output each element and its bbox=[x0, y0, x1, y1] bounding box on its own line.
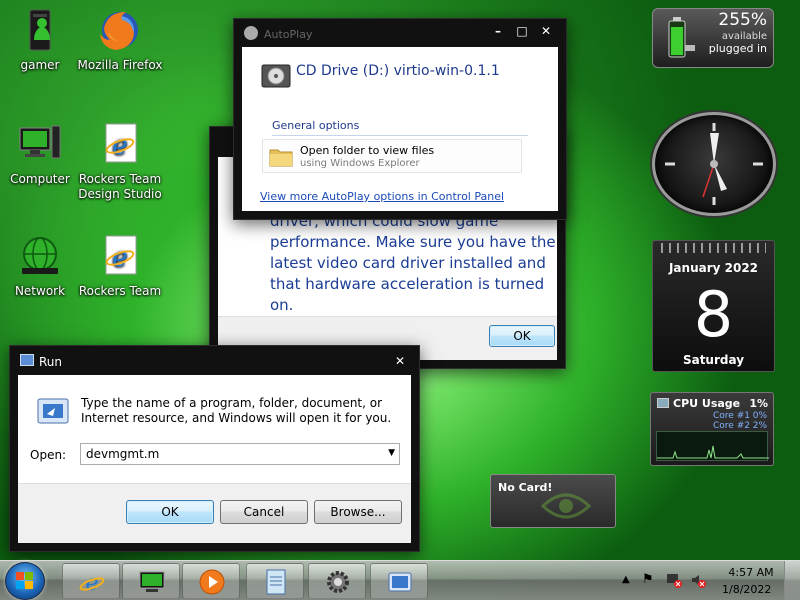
tray-date[interactable]: 1/8/2022 bbox=[722, 583, 771, 596]
maximize-button[interactable]: □ bbox=[516, 25, 528, 37]
network-status-icon[interactable] bbox=[666, 572, 682, 592]
open-label: Open: bbox=[30, 448, 67, 462]
network-globe-icon bbox=[16, 232, 64, 280]
core1-label: Core #1 bbox=[713, 411, 750, 421]
taskbar-computer[interactable] bbox=[122, 563, 180, 599]
taskbar-internet-explorer[interactable]: e bbox=[62, 563, 120, 599]
autoplay-window-icon bbox=[244, 26, 258, 40]
battery-status: plugged in bbox=[708, 42, 767, 55]
desktop-icon-label: Mozilla Firefox bbox=[77, 58, 163, 72]
run-window-icon bbox=[20, 354, 34, 366]
run-body: Type the name of a program, folder, docu… bbox=[18, 375, 411, 543]
desktop-icon-rockers-studio[interactable]: e Rockers Team Design Studio bbox=[75, 120, 165, 202]
taskbar-media-player[interactable] bbox=[182, 563, 240, 599]
svg-text:e: e bbox=[112, 243, 127, 273]
desktop-icon-firefox[interactable]: Mozilla Firefox bbox=[75, 6, 165, 73]
internet-explorer-icon: e bbox=[96, 120, 144, 168]
dialog-footer: OK Cancel Browse... bbox=[18, 483, 411, 543]
gpu-gadget[interactable]: No Card! bbox=[490, 474, 616, 528]
tray-time[interactable]: 4:57 AM bbox=[728, 566, 774, 579]
taskbar-notepad[interactable] bbox=[246, 563, 304, 599]
desktop-icon-rockers-team[interactable]: e Rockers Team bbox=[75, 232, 165, 299]
calendar-month: January 2022 bbox=[668, 261, 759, 275]
general-options-heading: General options bbox=[272, 119, 360, 132]
open-folder-option[interactable]: Open folder to view files using Windows … bbox=[262, 139, 522, 173]
window-title: Run bbox=[39, 355, 63, 369]
open-combobox[interactable]: devmgmt.m ▼ bbox=[80, 443, 400, 465]
core1-value: 0% bbox=[752, 411, 767, 421]
computer-icon bbox=[139, 571, 165, 592]
more-autoplay-options-link[interactable]: View more AutoPlay options in Control Pa… bbox=[260, 190, 504, 203]
browse-button[interactable]: Browse... bbox=[314, 500, 402, 524]
close-button[interactable]: ✕ bbox=[394, 355, 406, 367]
media-player-icon bbox=[199, 569, 225, 595]
gear-icon bbox=[327, 571, 349, 593]
close-button[interactable]: ✕ bbox=[540, 25, 552, 37]
start-button[interactable] bbox=[5, 562, 45, 600]
computer-icon bbox=[16, 120, 64, 168]
svg-text:e: e bbox=[112, 131, 127, 161]
action-center-flag-icon[interactable]: ⚑ bbox=[642, 572, 654, 587]
cpu-total: 1% bbox=[749, 397, 768, 410]
desktop-icon-label: Network bbox=[14, 284, 66, 298]
clock-face-icon bbox=[665, 123, 763, 205]
internet-explorer-icon: e bbox=[96, 232, 144, 280]
cpu-usage-gadget[interactable]: CPU Usage 1% Core #1 0% Core #2 2% bbox=[650, 392, 774, 466]
window-title: AutoPlay bbox=[264, 28, 313, 41]
nvidia-eye-icon bbox=[540, 489, 592, 523]
run-app-icon bbox=[388, 572, 412, 592]
internet-explorer-icon: e bbox=[79, 571, 105, 596]
battery-icon bbox=[661, 15, 701, 63]
desktop-icon-label: Computer bbox=[10, 172, 70, 186]
chevron-down-icon[interactable]: ▼ bbox=[388, 448, 395, 458]
firefox-icon bbox=[96, 6, 144, 54]
calendar-weekday: Saturday bbox=[682, 353, 745, 367]
section-divider bbox=[272, 135, 528, 136]
cpu-graph bbox=[656, 431, 769, 461]
core2-label: Core #2 bbox=[713, 421, 750, 431]
taskbar-run[interactable] bbox=[370, 563, 428, 599]
desktop-icon-computer[interactable]: Computer bbox=[0, 120, 85, 187]
calendar-day: 8 bbox=[693, 278, 734, 351]
show-desktop-button[interactable] bbox=[784, 561, 800, 600]
warning-message: driver, which could slow game performanc… bbox=[270, 212, 556, 314]
cancel-button[interactable]: Cancel bbox=[220, 500, 308, 524]
battery-percent: 255% bbox=[718, 10, 767, 30]
desktop-icon-label: Rockers Team bbox=[78, 284, 162, 298]
drive-title: CD Drive (D:) virtio-win-0.1.1 bbox=[296, 63, 500, 79]
windows-logo-icon bbox=[16, 572, 33, 589]
minimize-button[interactable]: – bbox=[492, 25, 504, 37]
run-dialog: Run ✕ Type the name of a program, folder… bbox=[9, 345, 420, 552]
autoplay-body: CD Drive (D:) virtio-win-0.1.1 General o… bbox=[242, 47, 558, 211]
calendar-rings bbox=[661, 243, 766, 253]
cpu-chip-icon bbox=[657, 398, 669, 408]
option-subtitle: using Windows Explorer bbox=[300, 158, 420, 169]
battery-gadget[interactable]: 255% available plugged in bbox=[652, 8, 774, 68]
notepad-icon bbox=[266, 569, 286, 595]
autoplay-window: AutoPlay – □ ✕ CD Drive (D:) virtio-win-… bbox=[233, 18, 567, 220]
cd-drive-icon bbox=[260, 59, 292, 91]
battery-available-label: available bbox=[721, 31, 767, 42]
desktop-icon-network[interactable]: Network bbox=[0, 232, 85, 299]
option-title: Open folder to view files bbox=[300, 144, 435, 157]
gamer-user-icon bbox=[16, 6, 64, 54]
svg-text:e: e bbox=[85, 571, 98, 596]
ok-button[interactable]: OK bbox=[489, 325, 555, 347]
run-description: Type the name of a program, folder, docu… bbox=[81, 396, 392, 425]
folder-icon bbox=[268, 144, 294, 170]
clock-gadget[interactable] bbox=[652, 112, 776, 216]
open-input-value[interactable]: devmgmt.m bbox=[86, 447, 159, 461]
desktop-icon-gamer[interactable]: gamer bbox=[0, 6, 85, 73]
show-hidden-icons-chevron-icon[interactable]: ▲ bbox=[622, 574, 630, 585]
desktop-icon-label: Rockers Team Design Studio bbox=[78, 172, 162, 201]
cpu-title: CPU Usage bbox=[673, 397, 741, 410]
ok-button[interactable]: OK bbox=[126, 500, 214, 524]
core2-value: 2% bbox=[752, 421, 767, 431]
run-app-icon bbox=[35, 396, 71, 426]
calendar-gadget[interactable]: January 2022 8 Saturday bbox=[652, 240, 775, 372]
volume-muted-icon[interactable] bbox=[690, 572, 706, 592]
desktop-icon-label: gamer bbox=[20, 58, 60, 72]
taskbar-settings[interactable] bbox=[308, 563, 366, 599]
taskbar: e ▲ ⚑ 4:57 AM 1/8/2022 bbox=[0, 560, 800, 600]
